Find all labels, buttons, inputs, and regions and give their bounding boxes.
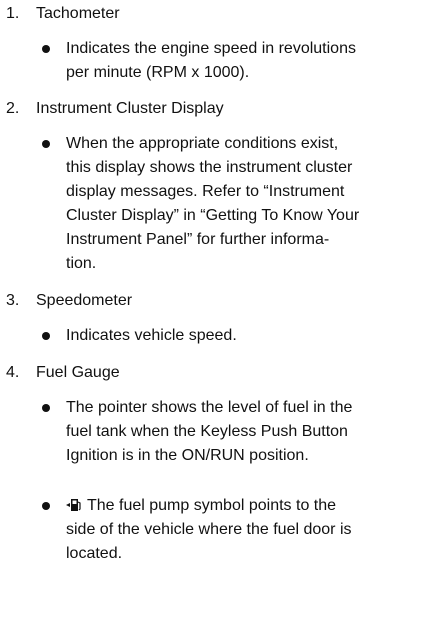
bullet-text-line: display messages. Refer to “Instrument	[66, 183, 345, 200]
bullet-text-line: side of the vehicle where the fuel door …	[66, 521, 352, 538]
bullet-text-line: Indicates the engine speed in revolution…	[66, 40, 356, 57]
section-heading-tachometer: 1. Tachometer	[6, 2, 120, 25]
bullet-text-line: tion.	[66, 255, 97, 272]
fuel-pump-icon	[66, 499, 81, 511]
bullet-text-line: located.	[66, 545, 123, 562]
section-title: Instrument Cluster Display	[36, 100, 224, 117]
bullet-text-line: fuel tank when the Keyless Push Button	[66, 423, 348, 440]
bullet-dot	[42, 140, 50, 148]
bullet-text-line: this display shows the instrument cluste…	[66, 159, 353, 176]
bullet-text-line: Cluster Display” in “Getting To Know You…	[66, 207, 360, 224]
bullet-text-line: When the appropriate conditions exist,	[66, 135, 339, 152]
bullet-text-line: The pointer shows the level of fuel in t…	[66, 399, 353, 416]
section-title: Speedometer	[36, 292, 133, 309]
section-heading-speedometer: 3. Speedometer	[6, 289, 132, 312]
bullet-dot	[42, 332, 50, 340]
section-number: 2.	[6, 100, 20, 117]
bullet-dot	[42, 404, 50, 412]
section-heading-fuel-gauge: 4. Fuel Gauge	[6, 361, 120, 384]
section-number: 3.	[6, 292, 20, 309]
section-number: 4.	[6, 364, 20, 381]
bullet-text-line: Instrument Panel” for further informa-	[66, 231, 330, 248]
bullet-text: The fuel pump symbol points to the	[87, 497, 337, 514]
bullet-text-line: per minute (RPM x 1000).	[66, 64, 250, 81]
bullet-text-line: Indicates vehicle speed.	[66, 327, 237, 344]
bullet-text-line: Ignition is in the ON/RUN position.	[66, 447, 309, 464]
bullet-text-line: The fuel pump symbol points to the	[66, 494, 336, 517]
section-heading-instrument-cluster-display: 2. Instrument Cluster Display	[6, 97, 224, 120]
section-title: Fuel Gauge	[36, 364, 120, 381]
section-title: Tachometer	[36, 5, 120, 22]
section-number: 1.	[6, 5, 20, 22]
bullet-dot	[42, 45, 50, 53]
bullet-dot	[42, 502, 50, 510]
manual-page: 1. Tachometer Indicates the engine speed …	[0, 0, 447, 624]
